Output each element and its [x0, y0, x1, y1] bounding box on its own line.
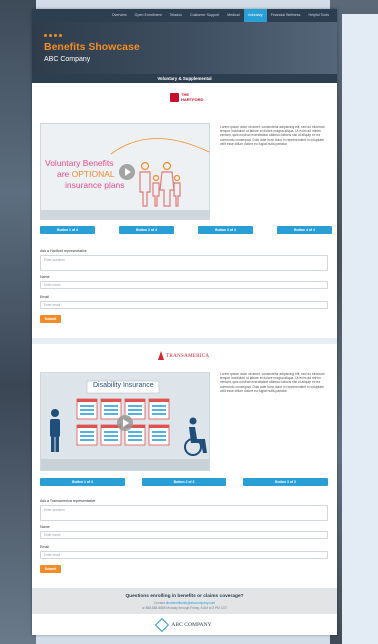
- hartford-logo: THE HARTFORD: [170, 92, 204, 102]
- hartford-question-field[interactable]: Enter question: [40, 255, 328, 271]
- hero-banner: Benefits Showcase ABC Company: [32, 22, 337, 74]
- hartford-ask-label: Ask a Hartford representative: [40, 249, 87, 253]
- company-logo-icon: [155, 617, 170, 632]
- top-nav: Overview Open Enrollment Teladoc Custome…: [32, 9, 337, 22]
- hero-subtitle: ABC Company: [44, 56, 91, 63]
- transamerica-button-2[interactable]: Button 2 of 3: [142, 478, 226, 486]
- nav-item-voluntary[interactable]: Voluntary: [243, 9, 267, 22]
- transamerica-button-row: Button 1 of 3 Button 2 of 3 Button 3 of …: [40, 478, 328, 486]
- play-icon[interactable]: [119, 164, 135, 180]
- hartford-logo-text: THE HARTFORD: [181, 92, 204, 102]
- dot: [54, 34, 57, 37]
- dot: [49, 34, 52, 37]
- transamerica-video[interactable]: Disability Insurance: [40, 372, 210, 471]
- hartford-name-label: Name: [40, 275, 50, 279]
- video-line2-a: are: [57, 169, 72, 179]
- transamerica-description: Lorem ipsum dolor sit amet, consectetur …: [220, 372, 325, 393]
- transamerica-button-1[interactable]: Button 1 of 3: [40, 478, 125, 486]
- transamerica-logo-text: TRANSAMERICA: [166, 352, 210, 359]
- page: Overview Open Enrollment Teladoc Custome…: [32, 9, 337, 635]
- hartford-video[interactable]: Voluntary Benefits are OPTIONAL insuranc…: [40, 123, 210, 220]
- video-line2: are OPTIONAL: [57, 169, 115, 179]
- dot: [59, 34, 62, 37]
- hartford-name-field[interactable]: Enter name: [40, 281, 328, 289]
- transamerica-button-3[interactable]: Button 3 of 3: [243, 478, 328, 486]
- nav-item-medical[interactable]: Medical: [223, 9, 243, 22]
- transamerica-logo: TRANSAMERICA: [158, 351, 209, 360]
- hartford-button-1[interactable]: Button 1 of 4: [40, 226, 95, 234]
- footer-question: Questions enrolling in benefits or claim…: [125, 594, 244, 599]
- transamerica-email-label: Email: [40, 545, 49, 549]
- footer-company-name: ABC COMPANY: [171, 621, 212, 628]
- nav-item-customer-support[interactable]: Customer Support: [186, 9, 223, 22]
- hartford-description: Lorem ipsum dolor sit amet, consectetur …: [220, 125, 325, 146]
- play-icon[interactable]: [117, 415, 133, 431]
- nav-item-helpful-tools[interactable]: Helpful Tools: [304, 9, 333, 22]
- hartford-section: THE HARTFORD Voluntary Benefits are OPTI…: [32, 83, 337, 338]
- footer-logo: ABC COMPANY: [32, 614, 337, 635]
- hartford-email-field[interactable]: Enter email: [40, 301, 328, 309]
- hero-title: Benefits Showcase: [44, 41, 140, 53]
- hero-dots: [44, 34, 62, 37]
- transamerica-pyramid-icon: [158, 351, 164, 360]
- nav-item-financial-wellness[interactable]: Financial Wellness: [267, 9, 305, 22]
- nav-item-open-enrollment[interactable]: Open Enrollment: [131, 9, 166, 22]
- transamerica-ask-label: Ask a Transamerica representative: [40, 499, 96, 503]
- transamerica-name-field[interactable]: Enter name: [40, 531, 328, 539]
- hartford-logo-line2: HARTFORD: [181, 96, 204, 102]
- video-line3: insurance plans: [65, 180, 125, 190]
- hartford-button-3[interactable]: Button 3 of 4: [198, 226, 253, 234]
- hartford-submit-button[interactable]: Submit: [40, 315, 61, 323]
- footer-contact: Questions enrolling in benefits or claim…: [32, 588, 337, 614]
- transamerica-section: TRANSAMERICA Disability Insurance Lorem …: [32, 344, 337, 588]
- hartford-button-4[interactable]: Button 4 of 4: [277, 226, 332, 234]
- footer-hours: or 888-888-8888 Monday through Friday, 8…: [141, 606, 228, 610]
- hartford-button-row: Button 1 of 4 Button 2 of 4 Button 3 of …: [40, 226, 332, 234]
- transamerica-question-field[interactable]: Enter question: [40, 505, 328, 521]
- footer-email-link[interactable]: abcbenefitsinfo@abccompany.com: [166, 601, 215, 605]
- hartford-button-2[interactable]: Button 2 of 4: [119, 226, 174, 234]
- hartford-email-label: Email: [40, 295, 49, 299]
- video-line1: Voluntary Benefits: [45, 158, 114, 168]
- nav-item-overview[interactable]: Overview: [108, 9, 131, 22]
- footer-contact-line: Contact abcbenefitsinfo@abccompany.com: [32, 601, 337, 605]
- transamerica-submit-button[interactable]: Submit: [40, 565, 61, 573]
- background-right-panel: [342, 14, 378, 644]
- hartford-stag-icon: [170, 93, 179, 102]
- footer-contact-prefix: Contact: [153, 601, 166, 605]
- video-line2-b: OPTIONAL: [71, 169, 115, 179]
- video-title: Disability Insurance: [93, 382, 154, 389]
- background-left: [0, 0, 36, 644]
- section-band-title: Voluntary & Supplemental: [32, 74, 337, 83]
- nav-item-teladoc[interactable]: Teladoc: [166, 9, 186, 22]
- transamerica-name-label: Name: [40, 525, 50, 529]
- transamerica-email-field[interactable]: Enter email: [40, 551, 328, 559]
- dot: [44, 34, 47, 37]
